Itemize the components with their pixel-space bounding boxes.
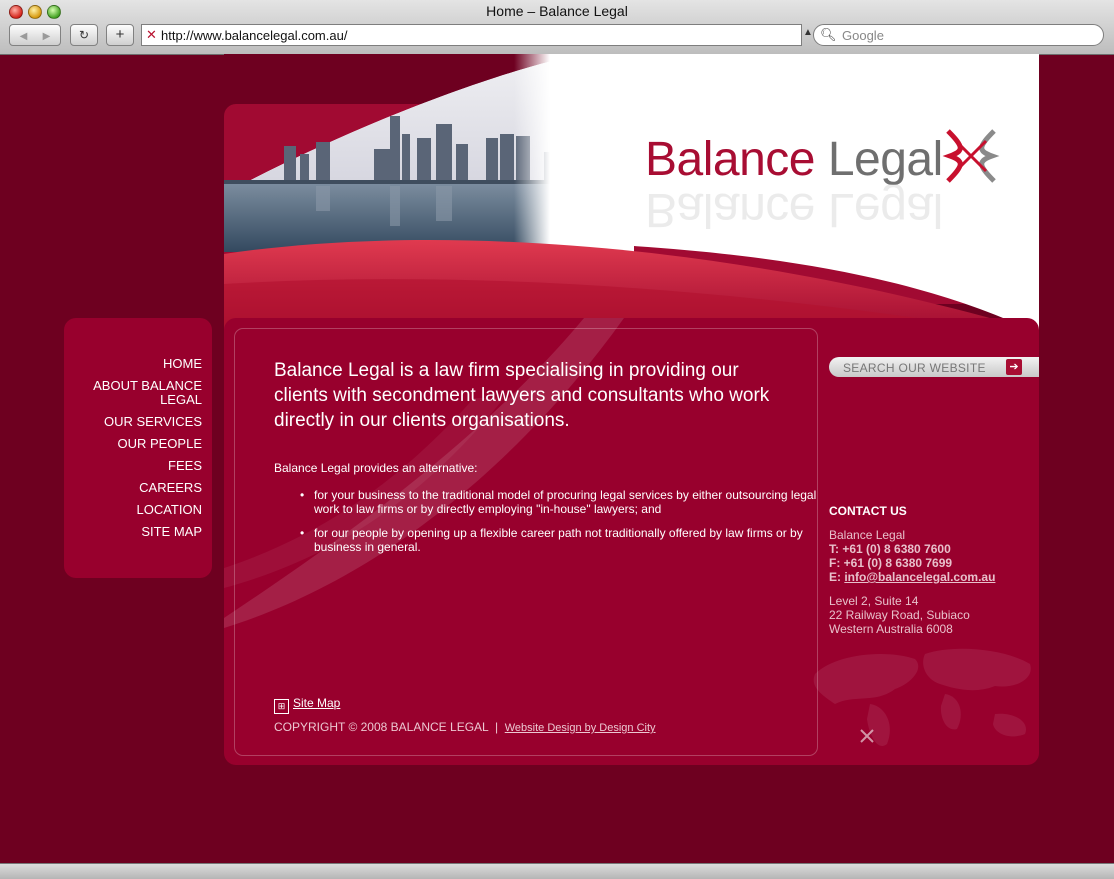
alternatives-list: for your business to the traditional mod… [274, 488, 829, 564]
logo-reflection: Balance Legal [645, 183, 943, 236]
contact-phone: T: +61 (0) 8 6380 7600 [829, 542, 951, 556]
address-dropdown-icon[interactable]: ▲ [803, 27, 813, 38]
browser-status-bar [0, 863, 1114, 879]
site-search-field[interactable]: SEARCH OUR WEBSITE ➔ [829, 357, 1039, 377]
address-line: 22 Railway Road, Subiaco [829, 608, 970, 622]
browser-search-placeholder: Google [842, 28, 884, 43]
nav-fees[interactable]: FEES [168, 459, 202, 473]
browser-toolbar: Home – Balance Legal ◀ ▶ ↻ + ✕ http://www… [0, 0, 1114, 55]
browser-search-field[interactable]: 🔍︎ Google [813, 24, 1104, 46]
copyright-text: COPYRIGHT © 2008 BALANCE LEGAL [274, 720, 489, 734]
nav-home[interactable]: HOME [163, 357, 202, 371]
list-item: for our people by opening up a flexible … [300, 526, 829, 554]
sitemap-link[interactable]: Site Map [293, 696, 340, 710]
contact-details: Balance Legal T: +61 (0) 8 6380 7600 F: … [829, 528, 995, 636]
search-icon: 🔍︎ [820, 27, 837, 42]
footer-separator: | [494, 720, 499, 734]
address-url: http://www.balancelegal.com.au/ [161, 28, 348, 43]
search-go-arrow-icon[interactable]: ➔ [1006, 359, 1022, 375]
footer-copyright: COPYRIGHT © 2008 BALANCE LEGAL | Website… [274, 720, 656, 734]
contact-email-link[interactable]: info@balancelegal.com.au [844, 570, 995, 584]
logo-word-balance: Balance [645, 133, 815, 186]
back-button-icon[interactable]: ◀ [12, 27, 35, 47]
intro-headline: Balance Legal is a law firm specialising… [274, 360, 770, 431]
nav-our-people[interactable]: OUR PEOPLE [117, 437, 202, 451]
logo-word-legal: Legal [827, 133, 943, 186]
window-title: Home – Balance Legal [486, 3, 628, 19]
back-forward-buttons: ◀ ▶ [9, 24, 61, 46]
nav-about-balance-legal[interactable]: ABOUT BALANCE LEGAL [87, 379, 202, 407]
favicon-icon: ✕ [146, 27, 157, 42]
logo-mark-icon [942, 129, 1000, 183]
site-search-placeholder: SEARCH OUR WEBSITE [843, 361, 986, 375]
contact-fax: F: +61 (0) 8 6380 7699 [829, 556, 953, 570]
sitemap-icon: ⊞ [274, 699, 289, 714]
forward-button-icon[interactable]: ▶ [35, 27, 58, 47]
nav-site-map[interactable]: SITE MAP [141, 525, 202, 539]
nav-careers[interactable]: CAREERS [139, 481, 202, 495]
site-logo[interactable]: Balance Legal [645, 132, 943, 187]
nav-location[interactable]: LOCATION [137, 503, 203, 517]
left-navigation: HOME ABOUT BALANCE LEGAL OUR SERVICES OU… [64, 318, 212, 578]
add-bookmark-button[interactable]: + [106, 24, 134, 46]
footer-sitemap: ⊞ Site Map [274, 696, 340, 714]
nav-our-services[interactable]: OUR SERVICES [104, 415, 202, 429]
design-credit-link[interactable]: Website Design by Design City [505, 722, 656, 734]
reload-button[interactable]: ↻ [70, 24, 98, 46]
contact-email-row: E: info@balancelegal.com.au [829, 570, 995, 584]
world-map-graphic [813, 648, 1031, 746]
contact-company: Balance Legal [829, 528, 906, 542]
header-banner: Balance Legal Balance Legal [224, 54, 1039, 336]
contact-address: Level 2, Suite 14 22 Railway Road, Subia… [829, 594, 995, 636]
address-line: Level 2, Suite 14 [829, 594, 919, 608]
contact-heading: CONTACT US [829, 504, 907, 518]
intro-text: Balance Legal provides an alternative: [274, 461, 478, 475]
email-prefix: E: [829, 570, 845, 584]
address-bar[interactable]: ✕ http://www.balancelegal.com.au/ [141, 24, 802, 46]
list-item: for your business to the traditional mod… [300, 488, 829, 516]
